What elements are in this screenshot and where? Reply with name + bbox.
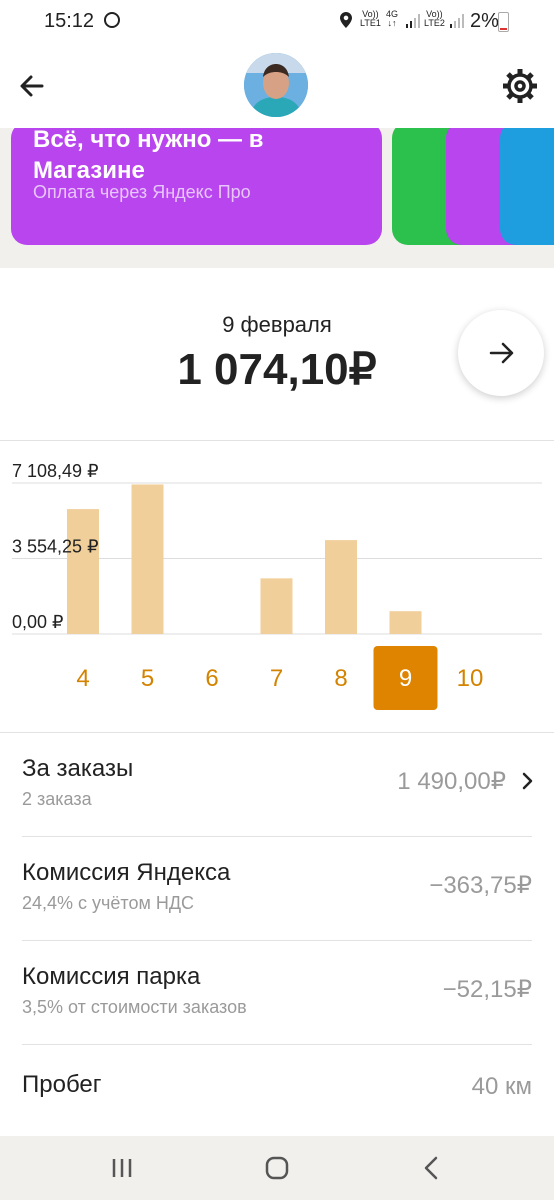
row-value: 40 км [471,1073,532,1100]
back-arrow-icon[interactable] [14,68,50,104]
chart-x-tick-label[interactable]: 4 [76,665,89,692]
row-value: 1 490,00₽ [397,768,506,795]
row-subtitle: 2 заказа [22,789,92,809]
row-title: За заказы [22,755,134,782]
sync-icon [104,12,120,28]
promo-carousel: Всё, что нужно — в Магазине Оплата через… [0,128,554,268]
promo-subtitle: Оплата через Яндекс Про [33,182,251,202]
detail-row-orders[interactable]: За заказы 2 заказа 1 490,00₽ [0,733,554,837]
chart-y-tick-label: 3 554,25 ₽ [12,536,99,556]
recent-apps-icon[interactable] [102,1150,142,1186]
signal-icon [406,14,420,28]
chart-x-tick-label[interactable]: 5 [141,665,154,692]
avatar-image [244,53,308,117]
row-title: Комиссия парка [22,963,201,990]
row-title: Комиссия Яндекса [22,859,231,886]
promo-card-next-3[interactable] [500,128,554,245]
chart-x-tick-label[interactable]: 10 [457,665,484,692]
chart-x-tick-label[interactable]: 7 [270,665,283,692]
signal-icon [450,14,464,28]
next-day-button[interactable] [458,310,544,396]
chevron-right-icon [522,772,533,790]
system-nav-bar [0,1136,554,1200]
chart-x-tick-label[interactable]: 6 [205,665,218,692]
row-subtitle: 3,5% от стоимости заказов [22,997,247,1017]
chart-bar [389,611,422,634]
chart-bar [325,540,357,634]
chart-y-tick-label: 0,00 ₽ [12,612,64,632]
row-value: −52,15₽ [442,976,532,1003]
battery-icon [498,12,509,32]
row-title: Пробег [22,1071,102,1098]
app-header [0,44,554,128]
row-value: −363,75₽ [429,872,532,899]
data-arrows-icon: ↓↑ [387,18,397,28]
detail-row-park-commission: Комиссия парка 3,5% от стоимости заказов… [0,941,554,1045]
earnings-chart: 7 108,49 ₽ 3 554,25 ₽ 0,00 ₽ 4 5 6 7 8 9 10 [0,441,554,731]
back-icon[interactable] [412,1150,452,1186]
network-type: 4G ↓↑ [386,10,398,28]
chart-x-tick-label[interactable]: 9 [399,665,412,692]
row-subtitle: 24,4% с учётом НДС [22,893,195,913]
detail-row-yandex-commission: Комиссия Яндекса 24,4% с учётом НДС −363… [0,837,554,941]
chart-bar [131,484,164,634]
battery-percent: 2% [470,10,499,32]
status-time: 15:12 [44,10,95,32]
status-bar: 15:12 Vo)) LTE1 4G ↓↑ Vo)) LTE2 2% [0,0,554,44]
detail-row-mileage: Пробег 40 км [0,1045,554,1135]
avatar[interactable] [244,53,308,117]
location-icon [340,12,352,28]
sim2-indicator: Vo)) LTE2 [424,10,445,28]
arrow-right-icon [489,342,514,364]
chart-y-tick-label: 7 108,49 ₽ [12,461,99,481]
chart-bar [260,578,293,634]
promo-card-store[interactable]: Всё, что нужно — в Магазине Оплата через… [11,128,382,245]
day-summary: 9 февраля 1 074,10₽ [0,268,554,440]
sim2-bottom-label: LTE2 [424,18,445,28]
home-icon[interactable] [257,1150,297,1186]
sim1-indicator: Vo)) LTE1 [360,10,381,28]
chart-canvas: 7 108,49 ₽ 3 554,25 ₽ 0,00 ₽ 4 5 6 7 8 9 10 [12,461,542,710]
sim1-bottom-label: LTE1 [360,18,381,28]
chart-bar [67,509,99,634]
settings-gear-icon[interactable] [500,66,540,106]
chart-x-tick-label[interactable]: 8 [334,665,347,692]
promo-title: Всё, что нужно — в Магазине [33,128,264,184]
